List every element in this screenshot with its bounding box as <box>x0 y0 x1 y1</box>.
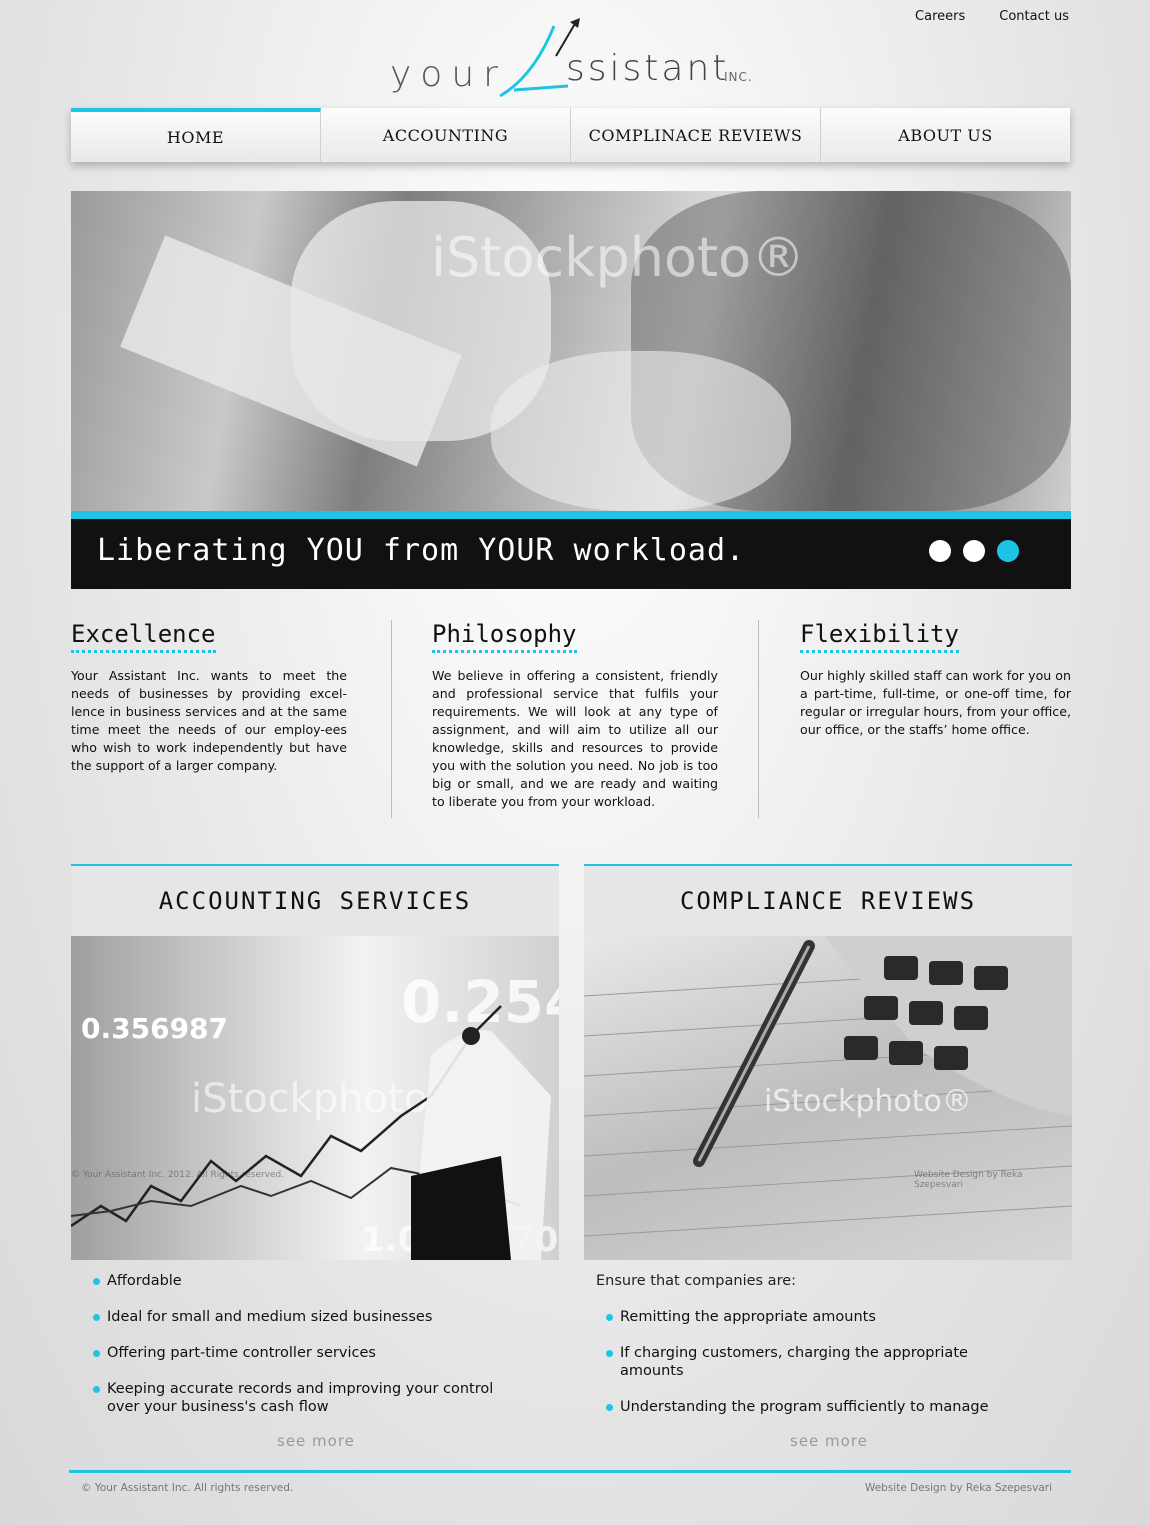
list-item: If charging customers, charging the appr… <box>606 1344 1020 1380</box>
list-item: Affordable <box>93 1272 559 1290</box>
accounting-services-box: ACCOUNTING SERVICES 0.356987 0.254 1.0 7… <box>71 864 559 1434</box>
compliance-reviews-box: COMPLIANCE REVIEWS iStockphoto® Website … <box>584 864 1072 1434</box>
column-excellence: Excellence Your Assistant Inc. wants to … <box>71 618 347 775</box>
column-flexibility: Flexibility Our highly skilled staff can… <box>800 618 1071 739</box>
hero-photo: iStockphoto® <box>71 191 1071 511</box>
nav-about-us[interactable]: ABOUT US <box>821 108 1070 162</box>
footer-copyright: © Your Assistant Inc. All rights reserve… <box>81 1482 294 1494</box>
logo-inc: INC. <box>724 70 753 84</box>
slider-dots <box>929 540 1019 562</box>
hero-watermark: iStockphoto® <box>431 226 806 289</box>
careers-link[interactable]: Careers <box>915 9 965 24</box>
image-credit: Website Design by Reka Szepesvari <box>914 1170 1023 1190</box>
image-watermark: iStockphoto® <box>764 1084 972 1119</box>
compliance-intro: Ensure that companies are: <box>596 1273 797 1289</box>
list-item: Offering part-time controller services <box>93 1344 559 1362</box>
compliance-reviews-title: COMPLIANCE REVIEWS <box>584 864 1072 936</box>
compliance-bullets: Remitting the appropriate amounts If cha… <box>606 1308 1072 1416</box>
nav-compliance-reviews[interactable]: COMPLINACE REVIEWS <box>571 108 821 162</box>
list-item: Keeping accurate records and improving y… <box>93 1380 527 1416</box>
compliance-see-more-link[interactable]: see more <box>790 1432 868 1450</box>
slider-dot-2[interactable] <box>963 540 985 562</box>
accounting-services-title: ACCOUNTING SERVICES <box>71 864 559 936</box>
slider-dot-3[interactable] <box>997 540 1019 562</box>
footer-divider <box>69 1470 1071 1473</box>
logo[interactable]: your ssistant INC. <box>390 14 760 100</box>
chart-line-icon <box>71 1005 551 1260</box>
slider-dot-1[interactable] <box>929 540 951 562</box>
column-divider <box>391 620 392 818</box>
philosophy-text: We believe in offering a consistent, fri… <box>432 668 718 809</box>
accounting-see-more-link[interactable]: see more <box>277 1432 355 1450</box>
top-links: Careers Contact us <box>915 9 1069 24</box>
compliance-image: iStockphoto® Website Design by Reka Szep… <box>584 936 1072 1260</box>
logo-word-your: your <box>390 54 507 95</box>
hero-accent-bar <box>71 511 1071 519</box>
accounting-bullets: Affordable Ideal for small and medium si… <box>93 1272 559 1416</box>
list-item: Remitting the appropriate amounts <box>606 1308 1072 1326</box>
list-item: Ideal for small and medium sized busines… <box>93 1308 559 1326</box>
hero-caption: Liberating YOU from YOUR workload. <box>97 533 746 568</box>
excellence-text: Your Assistant Inc. wants to meet the ne… <box>71 668 347 773</box>
main-nav: HOME ACCOUNTING COMPLINACE REVIEWS ABOUT… <box>71 108 1070 162</box>
excellence-heading: Excellence <box>71 618 216 653</box>
accounting-image: 0.356987 0.254 1.0 70 iStockphoto © Your… <box>71 936 559 1260</box>
flexibility-heading: Flexibility <box>800 618 959 653</box>
hero-slider: iStockphoto® Liberating YOU from YOUR wo… <box>71 191 1071 589</box>
nav-accounting[interactable]: ACCOUNTING <box>321 108 571 162</box>
logo-word-ssistant: ssistant <box>566 48 730 89</box>
column-divider <box>758 620 759 818</box>
footer-credit: Website Design by Reka Szepesvari <box>864 1482 1052 1494</box>
flexibility-text: Our highly skilled staff can work for yo… <box>800 668 1071 737</box>
column-philosophy: Philosophy We believe in offering a cons… <box>432 618 718 811</box>
philosophy-heading: Philosophy <box>432 618 577 653</box>
nav-home[interactable]: HOME <box>71 108 321 162</box>
contact-link[interactable]: Contact us <box>999 9 1069 24</box>
list-item: Understanding the program sufficiently t… <box>606 1398 1072 1416</box>
